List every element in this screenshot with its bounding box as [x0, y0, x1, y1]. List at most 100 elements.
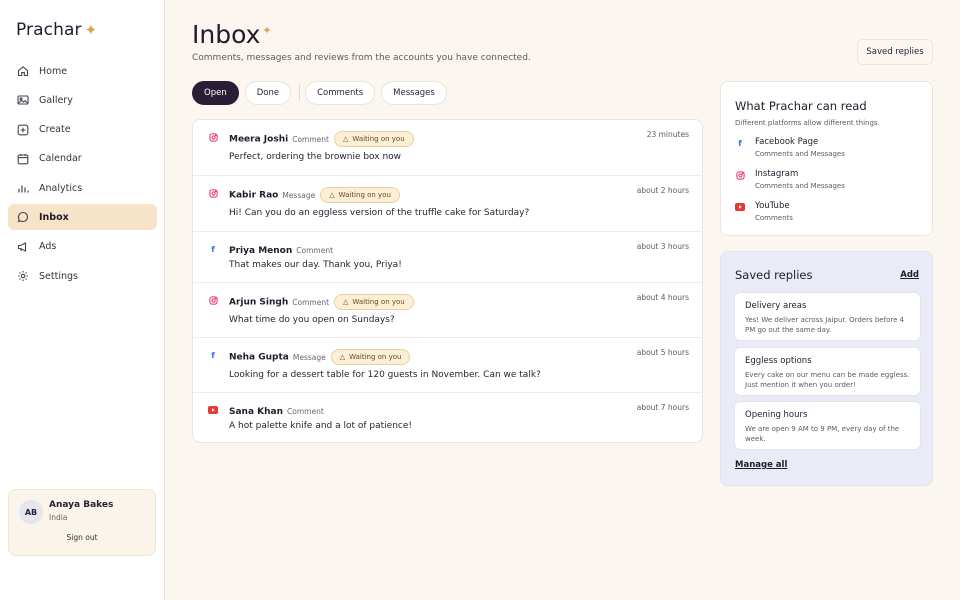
sender-name: Sana Khan	[229, 407, 284, 417]
sender-line: Priya Menon Comment	[229, 243, 333, 259]
status-badge-label: Waiting on you	[352, 298, 405, 306]
saved-reply-title: Delivery areas	[745, 301, 807, 311]
account-country: India	[49, 513, 68, 522]
sidebar-item-create[interactable]: Create	[8, 117, 157, 143]
avatar: AB	[19, 500, 43, 524]
sidebar-item-label: Ads	[39, 241, 57, 253]
instagram-icon	[208, 132, 218, 142]
message-text: What time do you open on Sundays?	[229, 315, 395, 325]
sidebar-item-label: Analytics	[39, 182, 83, 194]
saved-reply-body: We are open 9 AM to 9 PM, every day of t…	[745, 425, 900, 443]
gear-icon	[16, 269, 30, 283]
filter-comments[interactable]: Comments	[305, 81, 376, 105]
sender-line: Neha Gupta Message △ Waiting on you	[229, 349, 411, 365]
message-time: about 2 hours	[636, 186, 689, 195]
instagram-icon	[208, 188, 218, 198]
sign-out-button[interactable]: Sign out	[9, 533, 155, 542]
facebook-icon: f	[211, 244, 215, 254]
message-type: Message	[292, 352, 326, 362]
status-badge: △ Waiting on you	[334, 294, 414, 310]
platform-name: Instagram	[755, 169, 799, 179]
filter-open[interactable]: Open	[192, 81, 239, 105]
chat-bubble-icon	[16, 210, 30, 224]
message-row[interactable]: Kabir Rao Message △ Waiting on you about 2 h…	[193, 176, 702, 232]
status-badge: △ Waiting on you	[320, 187, 400, 203]
saved-reply-card[interactable]: Opening hours We are open 9 AM to 9 PM, e…	[734, 401, 921, 450]
instagram-icon	[735, 170, 745, 180]
facebook-icon: f	[211, 350, 215, 360]
plus-square-icon	[16, 123, 30, 137]
platform-capabilities: Comments and Messages	[755, 182, 845, 190]
sender-name: Meera Joshi	[229, 134, 289, 145]
message-type: Comment	[292, 134, 329, 144]
saved-reply-body: Every cake on our menu can be made eggle…	[745, 371, 910, 389]
home-icon	[16, 64, 30, 78]
sidebar-item-calendar[interactable]: Calendar	[8, 146, 157, 172]
message-time: about 7 hours	[636, 403, 689, 412]
sidebar-item-analytics[interactable]: Analytics	[8, 175, 157, 201]
platform-capabilities: Comments	[755, 214, 793, 222]
message-row[interactable]: f Neha Gupta Message △ Waiting on you about 5…	[193, 338, 702, 393]
sparkle-icon: ✦	[262, 24, 272, 37]
add-reply-link[interactable]: Add	[900, 270, 919, 280]
platform-name: YouTube	[755, 201, 790, 211]
message-time: 23 minutes	[646, 130, 689, 139]
sidebar-item-gallery[interactable]: Gallery	[8, 87, 157, 113]
read-capabilities-panel: What Prachar can read Different platform…	[720, 81, 933, 236]
sidebar-item-inbox[interactable]: Inbox	[8, 204, 157, 231]
warning-icon: △	[339, 353, 346, 361]
sidebar-item-settings[interactable]: Settings	[8, 263, 157, 289]
sender-name: Kabir Rao	[229, 190, 279, 201]
sender-name: Neha Gupta	[229, 352, 289, 363]
sidebar-item-label: Inbox	[39, 211, 69, 223]
brand-name: Prachar	[16, 20, 82, 40]
platform-name: Facebook Page	[755, 137, 819, 147]
sender-line: Kabir Rao Message △ Waiting on you	[229, 187, 400, 203]
status-badge-label: Waiting on you	[349, 353, 402, 361]
page-subtitle: Comments, messages and reviews from the …	[192, 53, 531, 63]
filter-messages[interactable]: Messages	[381, 81, 447, 105]
message-row[interactable]: Meera Joshi Comment △ Waiting on you 23 minu…	[193, 120, 702, 176]
sparkle-icon: ✦	[84, 21, 98, 39]
calendar-icon	[16, 152, 30, 166]
message-row[interactable]: Arjun Singh Comment △ Waiting on you about 4…	[193, 283, 702, 338]
youtube-icon	[735, 202, 745, 212]
brand-logo[interactable]: Prachar ✦	[16, 20, 97, 40]
status-badge-label: Waiting on you	[352, 135, 405, 143]
youtube-icon	[208, 405, 218, 415]
message-row[interactable]: Sana Khan Comment about 7 hours A hot palet…	[193, 393, 702, 442]
sender-line: Arjun Singh Comment △ Waiting on you	[229, 294, 414, 310]
sidebar-item-label: Create	[39, 124, 71, 136]
sidebar-item-label: Calendar	[39, 153, 82, 165]
image-icon	[16, 93, 30, 107]
sender-line: Meera Joshi Comment △ Waiting on you	[229, 131, 414, 147]
saved-reply-body: Yes! We deliver across Jaipur. Orders be…	[745, 316, 905, 334]
megaphone-icon	[16, 240, 30, 254]
message-time: about 4 hours	[636, 293, 689, 302]
status-badge: △ Waiting on you	[333, 131, 414, 147]
message-time: about 3 hours	[636, 242, 689, 251]
filter-divider	[299, 85, 301, 101]
saved-reply-card[interactable]: Delivery areas Yes! We deliver across Jai…	[734, 292, 921, 341]
warning-icon: △	[329, 191, 335, 199]
sender-line: Sana Khan Comment	[229, 404, 324, 420]
filter-done[interactable]: Done	[244, 81, 292, 105]
message-row[interactable]: f Priya Menon Comment about 3 hours That mak…	[193, 232, 702, 283]
sender-name: Priya Menon	[229, 246, 293, 256]
message-text: Looking for a dessert table for 120 gues…	[229, 370, 541, 380]
sender-name: Arjun Singh	[229, 297, 289, 308]
message-type: Comment	[292, 297, 330, 307]
saved-replies-button[interactable]: Saved replies	[857, 39, 933, 65]
panel-title: Saved replies	[735, 268, 813, 282]
sidebar-item-ads[interactable]: Ads	[8, 234, 157, 260]
saved-replies-panel: Saved replies Add Delivery areas Yes! We …	[720, 251, 933, 486]
panel-title: What Prachar can read	[735, 99, 867, 113]
saved-reply-card[interactable]: Eggless options Every cake on our menu ca…	[734, 347, 921, 396]
message-text: Hi! Can you do an eggless version of the…	[229, 208, 530, 218]
bar-chart-icon	[16, 181, 30, 195]
sidebar-item-home[interactable]: Home	[8, 58, 157, 84]
page-title: Inbox ✦	[192, 20, 272, 49]
message-text: Perfect, ordering the brownie box now	[229, 152, 402, 162]
warning-icon: △	[342, 135, 349, 143]
manage-all-link[interactable]: Manage all	[735, 460, 787, 470]
